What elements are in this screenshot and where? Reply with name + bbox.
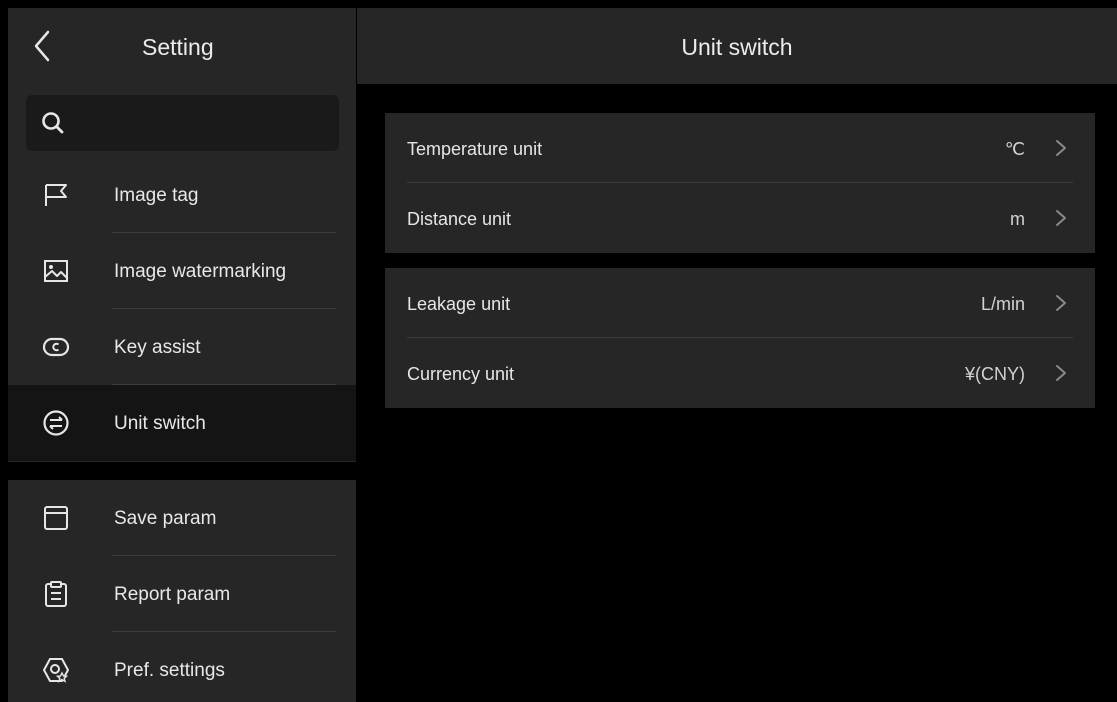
settings-group: Leakage unit L/min Currency unit ¥(CNY) [385, 268, 1095, 408]
row-label: Temperature unit [407, 139, 543, 159]
sidebar-title: Setting [142, 34, 214, 60]
key-assist-icon [42, 337, 70, 357]
sidebar-item-label: Save param [114, 508, 217, 529]
temperature-unit-row[interactable]: Temperature unit ℃ [385, 113, 1095, 183]
image-icon [44, 260, 68, 282]
main-header: Unit switch [357, 8, 1117, 84]
sidebar-item-pref-settings[interactable]: Pref. settings [8, 632, 356, 702]
sidebar-item-key-assist[interactable]: Key assist [8, 309, 356, 385]
sidebar-item-save-param[interactable]: Save param [8, 480, 356, 556]
leakage-unit-row[interactable]: Leakage unit L/min [385, 268, 1095, 338]
sidebar-item-label: Image tag [114, 185, 199, 206]
section-gap [8, 462, 356, 480]
row-value: m [1010, 209, 1025, 229]
sidebar-item-label: Unit switch [114, 413, 206, 434]
settings-group: Temperature unit ℃ Distance unit m [385, 113, 1095, 253]
chevron-right-icon [1056, 365, 1066, 381]
flag-icon [45, 184, 67, 206]
back-button[interactable] [28, 26, 64, 66]
currency-unit-row[interactable]: Currency unit ¥(CNY) [385, 338, 1095, 408]
row-value: ℃ [1004, 139, 1025, 159]
search-icon [42, 112, 64, 134]
sidebar-header: Setting [8, 8, 356, 84]
sidebar-item-image-watermarking[interactable]: Image watermarking [8, 233, 356, 309]
chevron-right-icon [1056, 140, 1066, 156]
sidebar-item-label: Image watermarking [114, 261, 287, 282]
sidebar-item-report-param[interactable]: Report param [8, 556, 356, 632]
save-icon [44, 506, 68, 530]
chevron-left-icon [34, 30, 50, 62]
sidebar-item-label: Key assist [114, 337, 201, 358]
chevron-right-icon [1056, 210, 1066, 226]
page-title: Unit switch [681, 34, 793, 60]
preference-icon [43, 658, 69, 683]
unit-switch-icon [43, 410, 69, 436]
row-value: L/min [980, 294, 1025, 314]
sidebar-item-label: Pref. settings [114, 660, 225, 681]
chevron-right-icon [1056, 295, 1066, 311]
clipboard-icon [45, 581, 67, 607]
sidebar-item-label: Report param [114, 584, 231, 605]
row-label: Distance unit [407, 209, 512, 229]
row-value: ¥(CNY) [964, 364, 1025, 384]
distance-unit-row[interactable]: Distance unit m [385, 183, 1095, 253]
row-label: Leakage unit [407, 294, 511, 314]
search-input[interactable] [26, 95, 339, 151]
sidebar-item-image-tag[interactable]: Image tag [8, 157, 356, 233]
row-label: Currency unit [407, 364, 515, 384]
sidebar-item-unit-switch[interactable]: Unit switch [8, 385, 356, 461]
sidebar: Setting Image tag Image watermarking Key… [8, 8, 356, 702]
